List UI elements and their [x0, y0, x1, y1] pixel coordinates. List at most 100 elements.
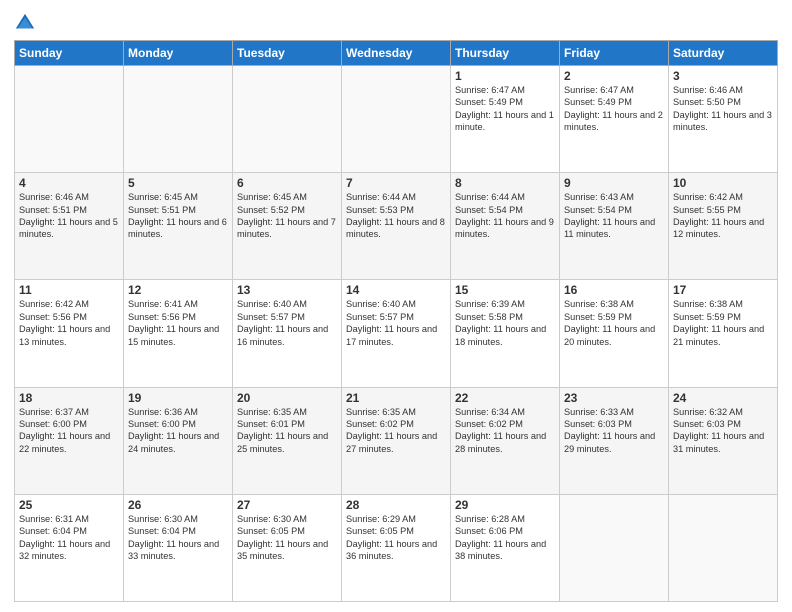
day-info: Sunrise: 6:28 AM Sunset: 6:06 PM Dayligh… [455, 513, 555, 563]
calendar-cell [124, 66, 233, 173]
calendar-cell [560, 494, 669, 601]
weekday-header-sunday: Sunday [15, 41, 124, 66]
calendar-cell: 28Sunrise: 6:29 AM Sunset: 6:05 PM Dayli… [342, 494, 451, 601]
day-info: Sunrise: 6:33 AM Sunset: 6:03 PM Dayligh… [564, 406, 664, 456]
day-info: Sunrise: 6:38 AM Sunset: 5:59 PM Dayligh… [564, 298, 664, 348]
day-info: Sunrise: 6:40 AM Sunset: 5:57 PM Dayligh… [237, 298, 337, 348]
calendar-week-row: 4Sunrise: 6:46 AM Sunset: 5:51 PM Daylig… [15, 173, 778, 280]
day-info: Sunrise: 6:47 AM Sunset: 5:49 PM Dayligh… [455, 84, 555, 134]
calendar-cell: 20Sunrise: 6:35 AM Sunset: 6:01 PM Dayli… [233, 387, 342, 494]
day-number: 9 [564, 176, 664, 190]
day-number: 16 [564, 283, 664, 297]
weekday-header-tuesday: Tuesday [233, 41, 342, 66]
day-info: Sunrise: 6:40 AM Sunset: 5:57 PM Dayligh… [346, 298, 446, 348]
weekday-header-wednesday: Wednesday [342, 41, 451, 66]
calendar-cell: 9Sunrise: 6:43 AM Sunset: 5:54 PM Daylig… [560, 173, 669, 280]
calendar-cell [342, 66, 451, 173]
day-number: 25 [19, 498, 119, 512]
calendar-cell [233, 66, 342, 173]
day-info: Sunrise: 6:46 AM Sunset: 5:50 PM Dayligh… [673, 84, 773, 134]
calendar-cell: 7Sunrise: 6:44 AM Sunset: 5:53 PM Daylig… [342, 173, 451, 280]
calendar-cell: 14Sunrise: 6:40 AM Sunset: 5:57 PM Dayli… [342, 280, 451, 387]
calendar-cell: 13Sunrise: 6:40 AM Sunset: 5:57 PM Dayli… [233, 280, 342, 387]
day-number: 14 [346, 283, 446, 297]
day-info: Sunrise: 6:45 AM Sunset: 5:51 PM Dayligh… [128, 191, 228, 241]
day-info: Sunrise: 6:44 AM Sunset: 5:53 PM Dayligh… [346, 191, 446, 241]
calendar-cell: 26Sunrise: 6:30 AM Sunset: 6:04 PM Dayli… [124, 494, 233, 601]
day-number: 1 [455, 69, 555, 83]
calendar-week-row: 1Sunrise: 6:47 AM Sunset: 5:49 PM Daylig… [15, 66, 778, 173]
day-number: 20 [237, 391, 337, 405]
day-info: Sunrise: 6:44 AM Sunset: 5:54 PM Dayligh… [455, 191, 555, 241]
calendar-cell: 15Sunrise: 6:39 AM Sunset: 5:58 PM Dayli… [451, 280, 560, 387]
calendar-cell: 12Sunrise: 6:41 AM Sunset: 5:56 PM Dayli… [124, 280, 233, 387]
day-number: 17 [673, 283, 773, 297]
day-number: 18 [19, 391, 119, 405]
day-info: Sunrise: 6:47 AM Sunset: 5:49 PM Dayligh… [564, 84, 664, 134]
day-number: 13 [237, 283, 337, 297]
day-info: Sunrise: 6:29 AM Sunset: 6:05 PM Dayligh… [346, 513, 446, 563]
weekday-header-thursday: Thursday [451, 41, 560, 66]
calendar-week-row: 25Sunrise: 6:31 AM Sunset: 6:04 PM Dayli… [15, 494, 778, 601]
day-number: 5 [128, 176, 228, 190]
page: SundayMondayTuesdayWednesdayThursdayFrid… [0, 0, 792, 612]
day-info: Sunrise: 6:35 AM Sunset: 6:02 PM Dayligh… [346, 406, 446, 456]
calendar-cell [15, 66, 124, 173]
day-info: Sunrise: 6:42 AM Sunset: 5:56 PM Dayligh… [19, 298, 119, 348]
day-number: 15 [455, 283, 555, 297]
logo [14, 10, 38, 34]
day-number: 2 [564, 69, 664, 83]
calendar-cell: 2Sunrise: 6:47 AM Sunset: 5:49 PM Daylig… [560, 66, 669, 173]
day-info: Sunrise: 6:43 AM Sunset: 5:54 PM Dayligh… [564, 191, 664, 241]
weekday-header-saturday: Saturday [669, 41, 778, 66]
calendar-cell: 5Sunrise: 6:45 AM Sunset: 5:51 PM Daylig… [124, 173, 233, 280]
calendar-cell: 19Sunrise: 6:36 AM Sunset: 6:00 PM Dayli… [124, 387, 233, 494]
calendar-week-row: 18Sunrise: 6:37 AM Sunset: 6:00 PM Dayli… [15, 387, 778, 494]
day-number: 23 [564, 391, 664, 405]
day-number: 4 [19, 176, 119, 190]
calendar-cell: 18Sunrise: 6:37 AM Sunset: 6:00 PM Dayli… [15, 387, 124, 494]
calendar-cell: 22Sunrise: 6:34 AM Sunset: 6:02 PM Dayli… [451, 387, 560, 494]
day-number: 6 [237, 176, 337, 190]
day-info: Sunrise: 6:30 AM Sunset: 6:04 PM Dayligh… [128, 513, 228, 563]
day-info: Sunrise: 6:41 AM Sunset: 5:56 PM Dayligh… [128, 298, 228, 348]
day-number: 24 [673, 391, 773, 405]
calendar-cell [669, 494, 778, 601]
day-info: Sunrise: 6:35 AM Sunset: 6:01 PM Dayligh… [237, 406, 337, 456]
day-info: Sunrise: 6:45 AM Sunset: 5:52 PM Dayligh… [237, 191, 337, 241]
calendar-week-row: 11Sunrise: 6:42 AM Sunset: 5:56 PM Dayli… [15, 280, 778, 387]
day-number: 7 [346, 176, 446, 190]
day-info: Sunrise: 6:31 AM Sunset: 6:04 PM Dayligh… [19, 513, 119, 563]
calendar-cell: 6Sunrise: 6:45 AM Sunset: 5:52 PM Daylig… [233, 173, 342, 280]
day-number: 21 [346, 391, 446, 405]
day-number: 28 [346, 498, 446, 512]
calendar-cell: 16Sunrise: 6:38 AM Sunset: 5:59 PM Dayli… [560, 280, 669, 387]
weekday-header-monday: Monday [124, 41, 233, 66]
calendar-cell: 25Sunrise: 6:31 AM Sunset: 6:04 PM Dayli… [15, 494, 124, 601]
day-info: Sunrise: 6:42 AM Sunset: 5:55 PM Dayligh… [673, 191, 773, 241]
day-number: 3 [673, 69, 773, 83]
calendar-cell: 24Sunrise: 6:32 AM Sunset: 6:03 PM Dayli… [669, 387, 778, 494]
day-number: 12 [128, 283, 228, 297]
day-info: Sunrise: 6:30 AM Sunset: 6:05 PM Dayligh… [237, 513, 337, 563]
day-number: 27 [237, 498, 337, 512]
day-info: Sunrise: 6:34 AM Sunset: 6:02 PM Dayligh… [455, 406, 555, 456]
logo-icon [14, 12, 36, 34]
calendar-cell: 23Sunrise: 6:33 AM Sunset: 6:03 PM Dayli… [560, 387, 669, 494]
calendar-cell: 17Sunrise: 6:38 AM Sunset: 5:59 PM Dayli… [669, 280, 778, 387]
day-info: Sunrise: 6:39 AM Sunset: 5:58 PM Dayligh… [455, 298, 555, 348]
calendar-cell: 4Sunrise: 6:46 AM Sunset: 5:51 PM Daylig… [15, 173, 124, 280]
calendar-cell: 8Sunrise: 6:44 AM Sunset: 5:54 PM Daylig… [451, 173, 560, 280]
day-info: Sunrise: 6:36 AM Sunset: 6:00 PM Dayligh… [128, 406, 228, 456]
weekday-header-friday: Friday [560, 41, 669, 66]
day-number: 29 [455, 498, 555, 512]
calendar-cell: 10Sunrise: 6:42 AM Sunset: 5:55 PM Dayli… [669, 173, 778, 280]
day-info: Sunrise: 6:37 AM Sunset: 6:00 PM Dayligh… [19, 406, 119, 456]
header [14, 10, 778, 34]
day-info: Sunrise: 6:32 AM Sunset: 6:03 PM Dayligh… [673, 406, 773, 456]
calendar-table: SundayMondayTuesdayWednesdayThursdayFrid… [14, 40, 778, 602]
day-info: Sunrise: 6:38 AM Sunset: 5:59 PM Dayligh… [673, 298, 773, 348]
weekday-header-row: SundayMondayTuesdayWednesdayThursdayFrid… [15, 41, 778, 66]
day-info: Sunrise: 6:46 AM Sunset: 5:51 PM Dayligh… [19, 191, 119, 241]
day-number: 11 [19, 283, 119, 297]
